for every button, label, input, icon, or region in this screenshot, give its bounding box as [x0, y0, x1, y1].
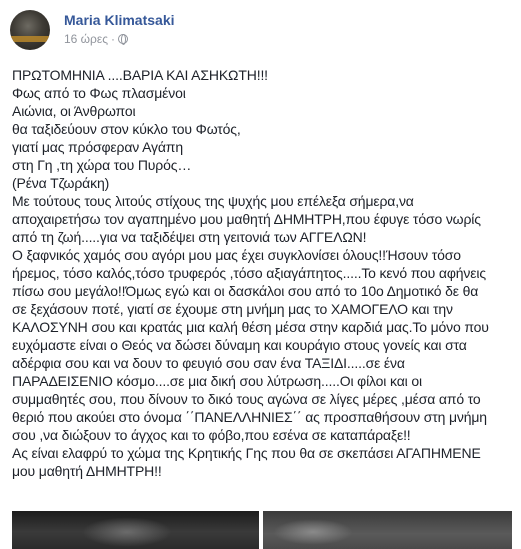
post-line: στη Γη ,τη χώρα του Πυρός… [12, 157, 192, 173]
post-line: ΚΑΛΟΣΥΝΗ σου και κρατάς μια καλή θέση μέ… [12, 319, 489, 335]
post-line: μου μαθητή ΔΗΜΗΤΡΗ!! [12, 463, 162, 479]
post-line: θα ταξιδεύουν στον κύκλο του Φωτός, [12, 121, 241, 137]
post-line: ΠΡΩΤΟΜΗΝΙΑ ....ΒΑΡΙΑ ΚΑΙ ΑΣΗΚΩΤΗ!!! [12, 67, 268, 83]
post-line: συμμαθητές σου, που δίνουν το δικό τους … [12, 391, 481, 407]
post-line: αποχαιρετήσω τον αγαπημένο μου μαθητή ΔΗ… [12, 211, 481, 227]
avatar-image [10, 36, 50, 42]
post-photo[interactable] [263, 511, 512, 549]
post-line: πίσω σου μεγάλο!!Όμως εγώ και οι δασκάλο… [12, 283, 479, 299]
post-line: γιατί μας πρόσφεραν Αγάπη [12, 139, 183, 155]
post-line: θεριό που ακούει στο όνομα ΄΄ΠΑΝΕΛΛΗΝΙΕΣ… [12, 409, 487, 425]
author-name[interactable]: Maria Klimatsaki [64, 12, 175, 28]
post-line: ΠΑΡΑΔΕΙΣΕΝΙΟ κόσμο....σε μια δική σου λύ… [12, 373, 422, 389]
post-text: ΠΡΩΤΟΜΗΝΙΑ ....ΒΑΡΙΑ ΚΑΙ ΑΣΗΚΩΤΗ!!! Φως … [12, 66, 512, 480]
post-line: αδέρφια σου και να δουν το φευγιό σου σα… [12, 355, 405, 371]
post-timestamp[interactable]: 16 ώρες [64, 32, 108, 46]
avatar[interactable] [10, 10, 50, 50]
post-line: Φως από το Φως πλασμένοι [12, 85, 186, 101]
post-line: Ας είναι ελαφρύ το χώμα της Κρητικής Γης… [12, 445, 481, 461]
post-photos [12, 511, 512, 549]
post-line: Αιώνια, οι Άνθρωποι [12, 103, 136, 119]
post-meta: 16 ώρες · [64, 32, 129, 46]
post-line: σου ,να διώξουν το άγχος και το φόβο,που… [12, 427, 411, 443]
post-line: ευχόμαστε είναι ο Θεός να δώσει δύναμη κ… [12, 337, 467, 353]
post-card: Maria Klimatsaki 16 ώρες · ΠΡΩΤΟΜΗΝΙΑ ...… [0, 0, 521, 549]
post-line: ήρεμος, τόσο καλός,τόσο τρυφερός ,τόσο α… [12, 265, 486, 281]
post-photo[interactable] [12, 511, 259, 549]
post-line: σε ξεχάσουν ποτέ, γιατί σε έχουμε στη μν… [12, 301, 453, 317]
post-line: από τη ζωή.....για να ταξιδέψει στη γειτ… [12, 229, 367, 245]
post-line: Με τούτους τους λιτούς στίχους της ψυχής… [12, 193, 414, 209]
post-line: (Ρένα Τζωράκη) [12, 175, 110, 191]
meta-separator: · [111, 32, 116, 46]
post-line: Ο ξαφνικός χαμός σου αγόρι μου μας έχει … [12, 247, 461, 263]
globe-icon[interactable] [118, 34, 129, 45]
